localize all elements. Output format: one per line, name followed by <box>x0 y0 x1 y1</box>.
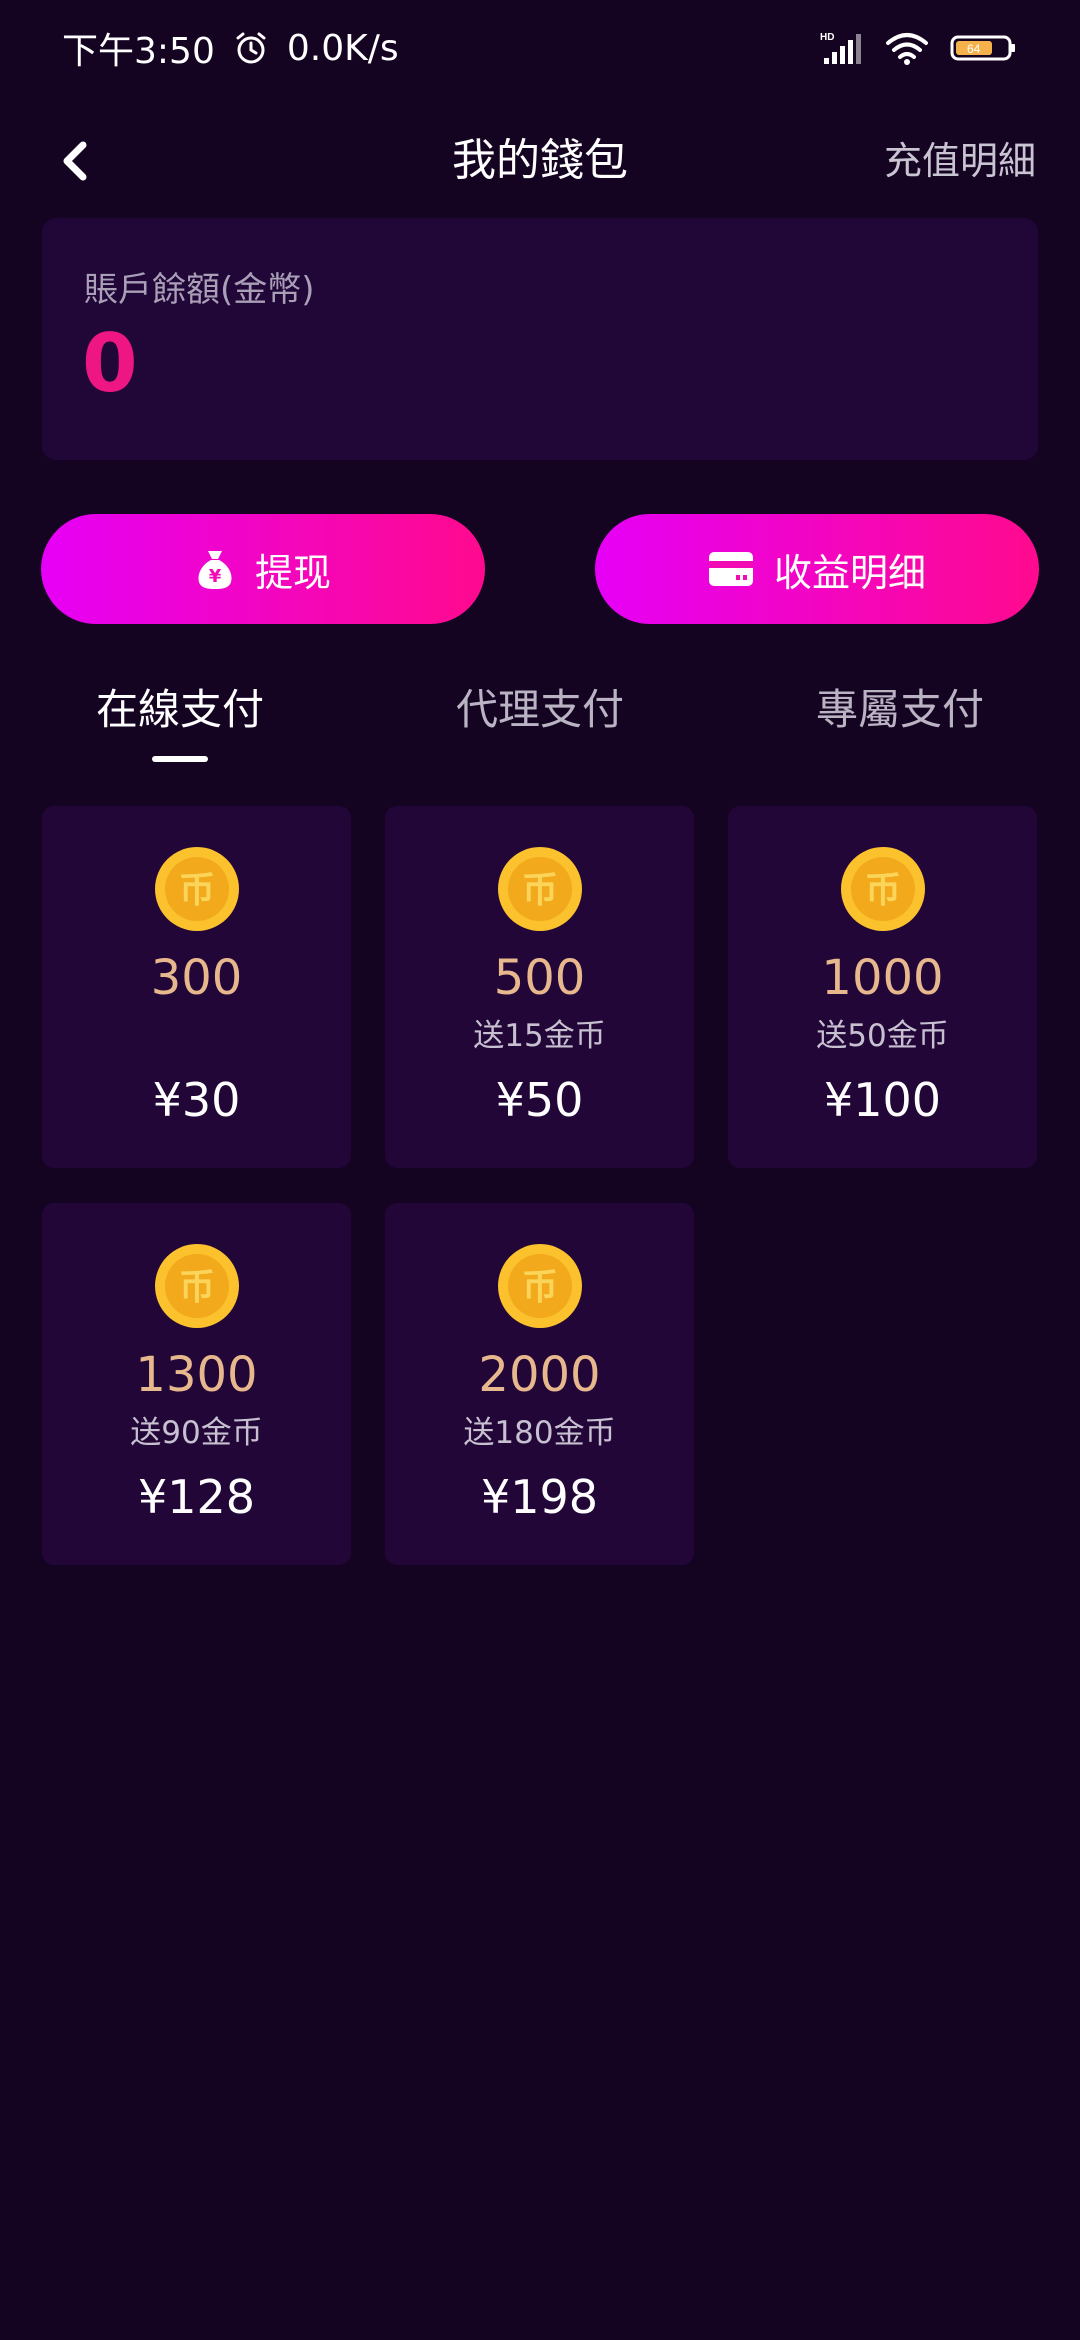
svg-text:币: 币 <box>521 1267 557 1308</box>
package-price: ¥50 <box>495 1073 584 1127</box>
package-card-300[interactable]: 币 300 ¥30 <box>42 806 351 1168</box>
package-card-500[interactable]: 币 500 送15金币 ¥50 <box>385 806 694 1168</box>
hd-signal-icon: HD <box>820 30 864 66</box>
coin-icon: 币 <box>840 847 925 931</box>
wallet-page: 下午3:50 0.0K/s HD 64 我的錢包 充值明細 賬戶餘額(金幣) 0… <box>0 0 1080 2340</box>
package-card-2000[interactable]: 币 2000 送180金币 ¥198 <box>385 1203 694 1565</box>
svg-text:¥: ¥ <box>209 566 222 587</box>
package-price: ¥100 <box>823 1073 942 1127</box>
wifi-icon <box>886 31 928 65</box>
svg-text:币: 币 <box>521 870 557 911</box>
tab-exclusive-payment[interactable]: 專屬支付 <box>750 660 1050 760</box>
balance-card: 賬戶餘額(金幣) 0 <box>42 218 1038 460</box>
package-coins: 1000 <box>821 950 944 1006</box>
money-bag-icon: ¥ <box>198 551 232 589</box>
package-price: ¥128 <box>137 1470 256 1524</box>
package-coins: 300 <box>150 950 243 1006</box>
chevron-left-icon <box>63 141 87 181</box>
payment-tabs: 在線支付 代理支付 專屬支付 <box>0 660 1080 770</box>
svg-text:币: 币 <box>864 870 900 911</box>
package-price: ¥30 <box>152 1073 241 1127</box>
package-coins: 2000 <box>478 1347 601 1403</box>
package-bonus: 送180金币 <box>463 1415 616 1451</box>
earnings-detail-button[interactable]: 收益明细 <box>595 514 1039 624</box>
status-left: 下午3:50 0.0K/s <box>62 22 399 74</box>
withdraw-label: 提现 <box>254 550 331 595</box>
svg-text:币: 币 <box>178 870 214 911</box>
back-button[interactable] <box>40 126 110 196</box>
balance-label: 賬戶餘額(金幣) <box>84 270 315 310</box>
package-price: ¥198 <box>480 1470 599 1524</box>
package-bonus: 送50金币 <box>816 1018 949 1054</box>
coin-icon: 币 <box>154 1244 239 1328</box>
earnings-detail-label: 收益明细 <box>773 550 926 595</box>
battery-icon: 64 <box>950 34 1018 62</box>
status-time: 下午3:50 <box>62 31 215 72</box>
tab-agent-payment[interactable]: 代理支付 <box>390 660 690 760</box>
package-card-1000[interactable]: 币 1000 送50金币 ¥100 <box>728 806 1037 1168</box>
coin-icon: 币 <box>154 847 239 931</box>
package-bonus: 送90金币 <box>130 1415 263 1451</box>
balance-value: 0 <box>82 317 138 410</box>
status-bar: 下午3:50 0.0K/s HD 64 <box>0 0 1080 96</box>
svg-text:HD: HD <box>820 32 834 43</box>
recharge-detail-link[interactable]: 充值明細 <box>884 96 1036 226</box>
withdraw-button[interactable]: ¥ 提现 <box>41 514 485 624</box>
coin-icon: 币 <box>497 847 582 931</box>
header: 我的錢包 充值明細 <box>0 96 1080 226</box>
package-coins: 500 <box>493 950 586 1006</box>
card-icon <box>708 552 753 586</box>
alarm-clock-icon <box>233 30 269 66</box>
coin-icon: 币 <box>497 1244 582 1328</box>
status-net-speed: 0.0K/s <box>286 27 399 69</box>
svg-text:币: 币 <box>178 1267 214 1308</box>
battery-level: 64 <box>967 42 981 56</box>
package-coins: 1300 <box>135 1347 258 1403</box>
tab-active-indicator <box>152 756 208 762</box>
tab-online-payment[interactable]: 在線支付 <box>30 660 330 760</box>
package-card-1300[interactable]: 币 1300 送90金币 ¥128 <box>42 1203 351 1565</box>
status-right: HD 64 <box>820 30 1018 66</box>
package-bonus: 送15金币 <box>473 1018 606 1054</box>
